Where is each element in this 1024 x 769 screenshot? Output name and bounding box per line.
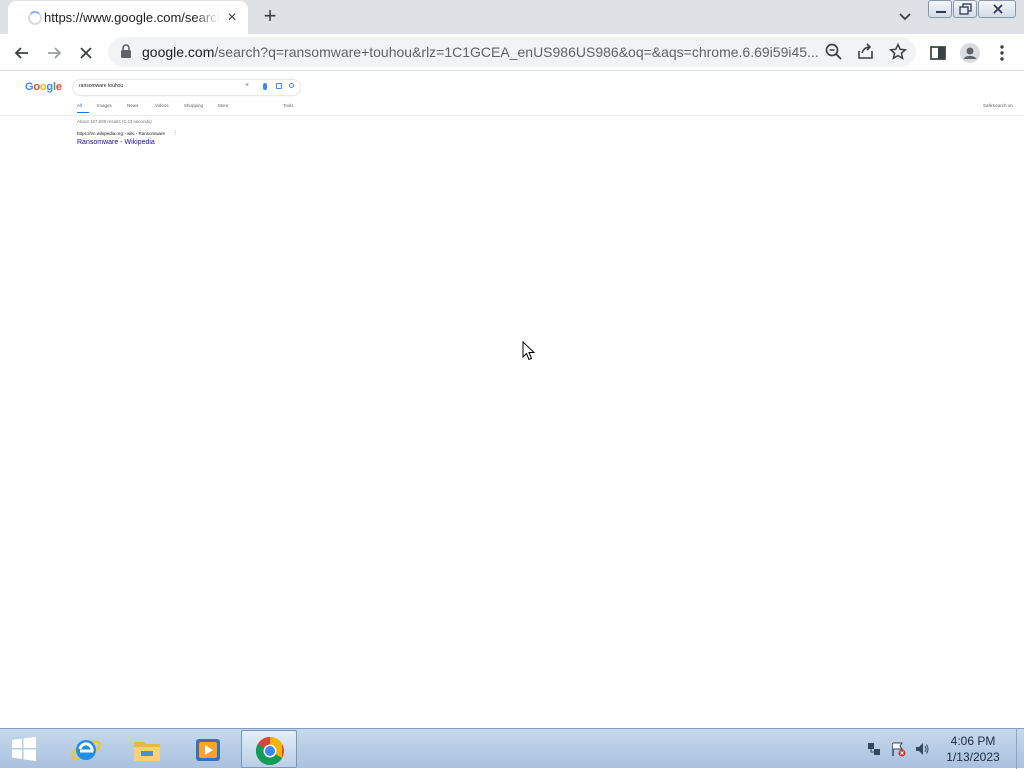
clock-date: 1/13/2023 [946, 750, 1000, 764]
result-options-icon[interactable]: ⋮ [173, 130, 178, 136]
windows-taskbar: 4:06 PM 1/13/2023 [0, 728, 1024, 769]
tools-button[interactable]: Tools [283, 103, 294, 108]
url-text[interactable]: google.com/search?q=ransomware+touhou&rl… [142, 44, 822, 60]
tab-more[interactable]: More [218, 103, 228, 108]
chrome-icon [256, 737, 284, 765]
tab-all[interactable]: All [77, 103, 82, 108]
clear-search-icon[interactable]: × [245, 82, 249, 89]
safesearch-label[interactable]: SafeSearch on [983, 103, 1013, 108]
taskbar-media-player[interactable] [180, 730, 236, 768]
close-window-button[interactable] [978, 0, 1016, 18]
start-button[interactable] [8, 736, 40, 762]
profile-icon[interactable] [959, 42, 981, 64]
restore-button[interactable] [953, 0, 977, 18]
side-panel-icon[interactable] [927, 42, 949, 64]
search-query-text[interactable]: ransomware touhou [79, 83, 123, 89]
media-player-icon [196, 739, 220, 761]
web-page: Google ransomware touhou × All Images Ne… [0, 72, 1024, 728]
minimize-button[interactable] [928, 0, 952, 18]
clock-time: 4:06 PM [950, 734, 996, 748]
file-explorer-icon [134, 742, 160, 761]
tab-videos[interactable]: Videos [155, 103, 169, 108]
browser-tab[interactable]: https://www.google.com/search?q=ransomwa… [8, 1, 248, 34]
tab-title: https://www.google.com/search?q=ransomwa… [44, 10, 220, 25]
taskbar-file-explorer[interactable] [119, 730, 175, 768]
result-stats: About 167,000 results (0.43 seconds) [77, 119, 152, 124]
stop-loading-icon[interactable] [75, 42, 97, 64]
microphone-icon[interactable] [263, 83, 267, 90]
menu-icon[interactable] [991, 42, 1013, 64]
loading-spinner-icon [28, 11, 42, 25]
show-desktop-button[interactable] [1016, 729, 1024, 769]
network-icon[interactable] [866, 741, 882, 757]
logo-letter-1: G [25, 81, 34, 93]
url-host: google.com [142, 44, 215, 60]
google-search-box[interactable]: ransomware touhou × [73, 80, 300, 95]
new-tab-button[interactable]: + [258, 5, 282, 29]
tab-images[interactable]: Images [97, 103, 112, 108]
tab-search-chevron-icon[interactable] [896, 9, 914, 25]
bookmark-star-icon[interactable] [888, 42, 908, 62]
internet-explorer-icon [71, 740, 101, 760]
tab-close-button[interactable]: × [222, 8, 242, 28]
tab-news[interactable]: News [127, 103, 138, 108]
browser-toolbar: google.com/search?q=ransomware+touhou&rl… [0, 34, 1024, 71]
share-icon[interactable] [856, 42, 876, 62]
search-icon[interactable] [289, 83, 294, 88]
google-logo[interactable]: Google [25, 81, 62, 93]
action-center-flag-icon[interactable] [890, 741, 906, 757]
result-cite[interactable]: https://en.wikipedia.org › wiki › Ransom… [77, 131, 165, 136]
tab-strip: https://www.google.com/search?q=ransomwa… [0, 0, 1024, 34]
forward-icon[interactable] [43, 42, 65, 64]
camera-lens-icon[interactable] [276, 83, 282, 89]
tab-shopping[interactable]: Shopping [184, 103, 203, 108]
system-clock[interactable]: 4:06 PM 1/13/2023 [938, 733, 1008, 765]
zoom-icon[interactable] [824, 42, 844, 62]
taskbar-internet-explorer[interactable] [58, 730, 114, 768]
mouse-cursor-icon [522, 340, 536, 366]
result-title-link[interactable]: Ransomware - Wikipedia [77, 139, 155, 146]
back-icon[interactable] [11, 42, 33, 64]
volume-icon[interactable] [914, 741, 930, 757]
taskbar-chrome[interactable] [241, 730, 297, 768]
lock-icon[interactable] [120, 44, 132, 64]
active-tab-indicator [77, 112, 89, 113]
url-path: /search?q=ransomware+touhou&rlz=1C1GCEA_… [214, 44, 819, 60]
header-divider [0, 115, 1024, 116]
logo-letter-6: e [55, 81, 62, 93]
address-bar[interactable]: google.com/search?q=ransomware+touhou&rl… [108, 37, 916, 67]
